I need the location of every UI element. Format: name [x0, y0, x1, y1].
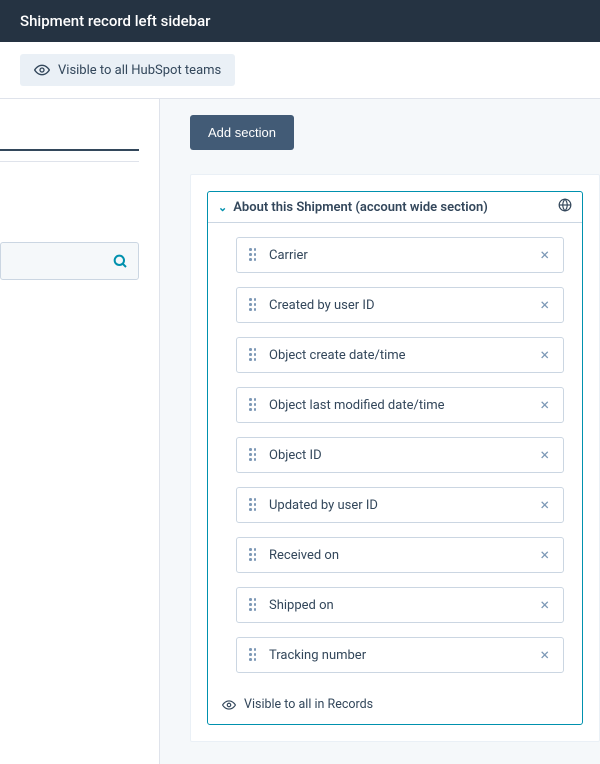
drag-handle-icon[interactable] [249, 498, 257, 512]
property-item[interactable]: Object create date/time × [236, 337, 564, 373]
remove-property-icon[interactable]: × [538, 647, 551, 663]
remove-property-icon[interactable]: × [538, 447, 551, 463]
section-title: About this Shipment (account wide sectio… [233, 200, 488, 215]
drag-handle-icon[interactable] [249, 648, 257, 662]
property-label: Object ID [269, 448, 322, 463]
section-card: ⌄ About this Shipment (account wide sect… [190, 174, 600, 742]
add-section-button[interactable]: Add section [190, 115, 294, 150]
visibility-chip[interactable]: Visible to all HubSpot teams [20, 54, 235, 86]
drag-handle-icon[interactable] [249, 448, 257, 462]
section-footer-label: Visible to all in Records [244, 697, 373, 712]
remove-property-icon[interactable]: × [538, 547, 551, 563]
property-label: Object last modified date/time [269, 398, 445, 413]
property-label: Carrier [269, 248, 308, 263]
remove-property-icon[interactable]: × [538, 397, 551, 413]
property-item[interactable]: Tracking number × [236, 637, 564, 673]
page-header: Shipment record left sidebar [0, 0, 600, 42]
property-item[interactable]: Shipped on × [236, 587, 564, 623]
remove-property-icon[interactable]: × [538, 347, 551, 363]
property-label: Tracking number [269, 648, 366, 663]
remove-property-icon[interactable]: × [538, 497, 551, 513]
property-label: Shipped on [269, 598, 334, 613]
section-box: ⌄ About this Shipment (account wide sect… [207, 191, 583, 725]
drag-handle-icon[interactable] [249, 248, 257, 262]
sidebar-divider [0, 161, 139, 162]
eye-icon [34, 62, 50, 78]
drag-handle-icon[interactable] [249, 598, 257, 612]
drag-handle-icon[interactable] [249, 548, 257, 562]
remove-property-icon[interactable]: × [538, 247, 551, 263]
remove-property-icon[interactable]: × [538, 597, 551, 613]
property-item[interactable]: Updated by user ID × [236, 487, 564, 523]
section-header[interactable]: ⌄ About this Shipment (account wide sect… [208, 192, 582, 223]
property-item[interactable]: Object ID × [236, 437, 564, 473]
search-input[interactable] [0, 242, 139, 280]
property-list: Carrier×Created by user ID×Object create… [208, 223, 582, 693]
property-item[interactable]: Created by user ID × [236, 287, 564, 323]
chevron-down-icon: ⌄ [218, 201, 227, 214]
globe-icon-wrap [558, 198, 572, 216]
property-label: Object create date/time [269, 348, 406, 363]
property-item[interactable]: Received on × [236, 537, 564, 573]
drag-handle-icon[interactable] [249, 298, 257, 312]
remove-property-icon[interactable]: × [538, 297, 551, 313]
drag-handle-icon[interactable] [249, 348, 257, 362]
property-label: Received on [269, 548, 339, 563]
visibility-label: Visible to all HubSpot teams [58, 63, 221, 78]
sidebar-divider-active [0, 149, 139, 151]
globe-icon [558, 198, 572, 212]
visibility-bar: Visible to all HubSpot teams [0, 42, 600, 99]
property-item[interactable]: Carrier × [236, 237, 564, 273]
property-label: Updated by user ID [269, 498, 378, 513]
page-title: Shipment record left sidebar [20, 12, 210, 30]
content-row: Add section ⌄ About this Shipment (accou… [0, 99, 600, 764]
search-icon [112, 253, 128, 269]
property-label: Created by user ID [269, 298, 375, 313]
section-footer: Visible to all in Records [208, 693, 582, 712]
editor-area: Add section ⌄ About this Shipment (accou… [160, 99, 600, 764]
property-item[interactable]: Object last modified date/time × [236, 387, 564, 423]
drag-handle-icon[interactable] [249, 398, 257, 412]
eye-icon [222, 698, 236, 712]
left-sidebar-panel [0, 99, 160, 764]
